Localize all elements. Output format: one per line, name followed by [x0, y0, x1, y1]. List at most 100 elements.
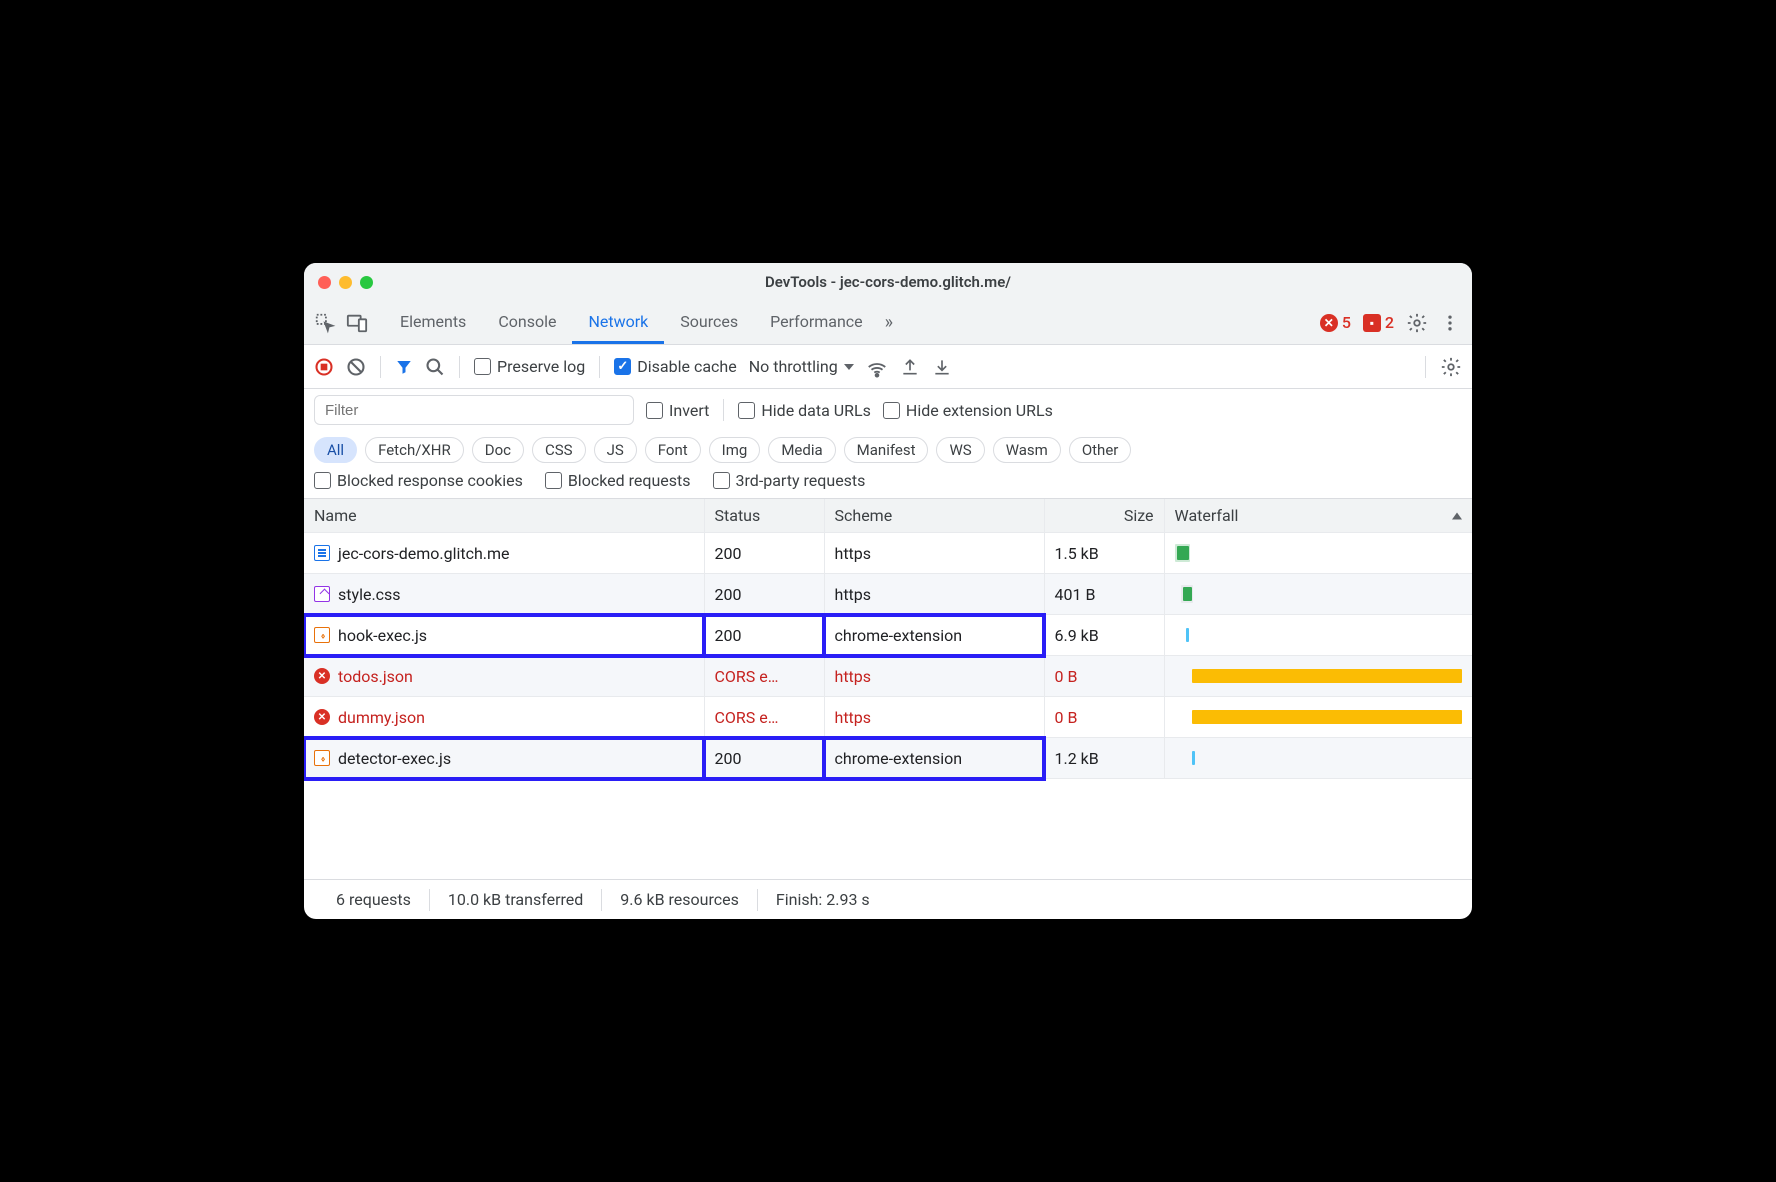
- error-icon: ✕: [1320, 314, 1338, 332]
- waterfall-cell: [1164, 738, 1472, 779]
- gear-icon[interactable]: [1440, 356, 1462, 378]
- col-status[interactable]: Status: [704, 499, 824, 533]
- hide-extension-urls-checkbox[interactable]: Hide extension URLs: [883, 401, 1053, 420]
- tab-performance[interactable]: Performance: [754, 301, 879, 344]
- filter-pill-ws[interactable]: WS: [936, 437, 984, 463]
- status-finish: Finish: 2.93 s: [758, 890, 888, 909]
- filter-pill-manifest[interactable]: Manifest: [844, 437, 929, 463]
- filter-icon[interactable]: [395, 358, 413, 376]
- filter-pill-font[interactable]: Font: [645, 437, 701, 463]
- request-scheme: https: [824, 574, 1044, 615]
- more-tabs-button[interactable]: »: [879, 312, 899, 333]
- upload-icon[interactable]: [900, 357, 920, 377]
- tab-sources[interactable]: Sources: [664, 301, 754, 344]
- devtools-window: DevTools - jec-cors-demo.glitch.me/ Elem…: [304, 263, 1472, 919]
- col-size[interactable]: Size: [1044, 499, 1164, 533]
- third-party-checkbox[interactable]: 3rd-party requests: [713, 471, 866, 490]
- waterfall-cell: [1164, 697, 1472, 738]
- request-scheme: chrome-extension: [824, 615, 1044, 656]
- window-title: DevTools - jec-cors-demo.glitch.me/: [304, 273, 1472, 291]
- filter-pill-img[interactable]: Img: [709, 437, 761, 463]
- network-toolbar: Preserve log Disable cache No throttling: [304, 345, 1472, 389]
- js-icon: [314, 750, 330, 766]
- request-status: CORS e…: [704, 656, 824, 697]
- request-size: 401 B: [1044, 574, 1164, 615]
- request-status: 200: [704, 574, 824, 615]
- status-transferred: 10.0 kB transferred: [430, 890, 601, 909]
- col-waterfall[interactable]: Waterfall: [1164, 499, 1472, 533]
- table-header-row: NameStatusSchemeSizeWaterfall: [304, 499, 1472, 533]
- clear-icon[interactable]: [346, 357, 366, 377]
- js-icon: [314, 627, 330, 643]
- filter-pill-js[interactable]: JS: [594, 437, 637, 463]
- request-name: jec-cors-demo.glitch.me: [338, 544, 510, 563]
- inspect-icon[interactable]: [314, 312, 336, 334]
- request-name: style.css: [338, 585, 401, 604]
- preserve-log-checkbox[interactable]: Preserve log: [474, 357, 585, 376]
- filter-pill-doc[interactable]: Doc: [472, 437, 524, 463]
- request-name: dummy.json: [338, 708, 425, 727]
- throttling-select[interactable]: No throttling: [749, 357, 854, 376]
- tab-elements[interactable]: Elements: [384, 301, 482, 344]
- search-icon[interactable]: [425, 357, 445, 377]
- download-icon[interactable]: [932, 357, 952, 377]
- request-size: 0 B: [1044, 656, 1164, 697]
- issues-badge[interactable]: ▪ 2: [1363, 313, 1394, 332]
- gear-icon[interactable]: [1406, 312, 1428, 334]
- status-bar: 6 requests 10.0 kB transferred 9.6 kB re…: [304, 879, 1472, 919]
- network-conditions-icon[interactable]: [866, 356, 888, 378]
- table-row[interactable]: jec-cors-demo.glitch.me 200https1.5 kB: [304, 533, 1472, 574]
- request-status: 200: [704, 615, 824, 656]
- record-icon[interactable]: [314, 357, 334, 377]
- request-scheme: https: [824, 697, 1044, 738]
- request-name: detector-exec.js: [338, 749, 451, 768]
- status-resources: 9.6 kB resources: [602, 890, 757, 909]
- request-size: 0 B: [1044, 697, 1164, 738]
- request-scheme: https: [824, 656, 1044, 697]
- table-row[interactable]: detector-exec.js 200chrome-extension1.2 k…: [304, 738, 1472, 779]
- tab-console[interactable]: Console: [482, 301, 572, 344]
- error-badge[interactable]: ✕ 5: [1320, 313, 1351, 332]
- invert-checkbox[interactable]: Invert: [646, 401, 709, 420]
- tab-network[interactable]: Network: [572, 301, 664, 344]
- css-icon: [314, 586, 330, 602]
- filter-pill-all[interactable]: All: [314, 437, 357, 463]
- request-status: 200: [704, 533, 824, 574]
- blocked-cookies-checkbox[interactable]: Blocked response cookies: [314, 471, 523, 490]
- col-name[interactable]: Name: [304, 499, 704, 533]
- table-row[interactable]: todos.json CORS e…https0 B: [304, 656, 1472, 697]
- waterfall-cell: [1164, 533, 1472, 574]
- waterfall-cell: [1164, 656, 1472, 697]
- filter-pill-fetch-xhr[interactable]: Fetch/XHR: [365, 437, 464, 463]
- table-row[interactable]: hook-exec.js200chrome-extension6.9 kB: [304, 615, 1472, 656]
- status-requests: 6 requests: [318, 890, 429, 909]
- request-size: 1.5 kB: [1044, 533, 1164, 574]
- filter-pill-media[interactable]: Media: [768, 437, 835, 463]
- blocked-requests-checkbox[interactable]: Blocked requests: [545, 471, 691, 490]
- main-tab-bar: ElementsConsoleNetworkSourcesPerformance…: [304, 301, 1472, 345]
- request-size: 1.2 kB: [1044, 738, 1164, 779]
- device-icon[interactable]: [346, 312, 368, 334]
- col-scheme[interactable]: Scheme: [824, 499, 1044, 533]
- hide-data-urls-checkbox[interactable]: Hide data URLs: [738, 401, 871, 420]
- request-scheme: chrome-extension: [824, 738, 1044, 779]
- chevron-down-icon: [844, 364, 854, 370]
- kebab-menu-icon[interactable]: [1440, 313, 1460, 333]
- table-row[interactable]: dummy.json CORS e…https0 B: [304, 697, 1472, 738]
- type-filter-pills: All Fetch/XHR Doc CSS JS Font Img Media Manifest…: [304, 431, 1472, 467]
- err-icon: [314, 668, 330, 684]
- filter-pill-css[interactable]: CSS: [532, 437, 586, 463]
- requests-table: NameStatusSchemeSizeWaterfall jec-cors-d…: [304, 499, 1472, 779]
- filter-input[interactable]: [314, 395, 634, 425]
- disable-cache-checkbox[interactable]: Disable cache: [614, 357, 736, 376]
- filter-pill-wasm[interactable]: Wasm: [993, 437, 1061, 463]
- doc-icon: [314, 545, 330, 561]
- request-name: hook-exec.js: [338, 626, 427, 645]
- titlebar: DevTools - jec-cors-demo.glitch.me/: [304, 263, 1472, 301]
- request-name: todos.json: [338, 667, 413, 686]
- request-scheme: https: [824, 533, 1044, 574]
- request-status: 200: [704, 738, 824, 779]
- filter-pill-other[interactable]: Other: [1069, 437, 1132, 463]
- request-status: CORS e…: [704, 697, 824, 738]
- table-row[interactable]: style.css 200https401 B: [304, 574, 1472, 615]
